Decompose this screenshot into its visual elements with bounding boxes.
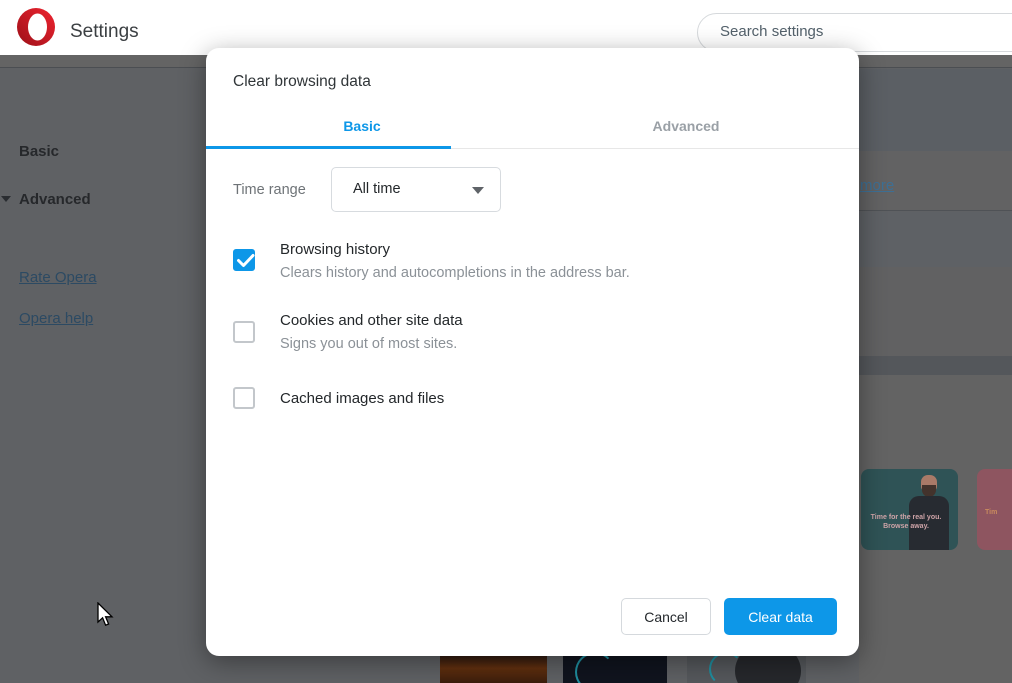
option-label: Cookies and other site data <box>280 312 463 329</box>
promo-caption: Time for the real you. Browse away. <box>867 513 945 531</box>
mouse-cursor <box>96 602 116 628</box>
sidebar-item-basic[interactable]: Basic <box>19 143 59 160</box>
dimmed-card <box>859 267 1012 356</box>
sidebar-item-advanced[interactable]: Advanced <box>19 191 91 208</box>
active-tab-indicator <box>206 146 451 149</box>
search-input[interactable]: Search settings <box>697 13 1012 52</box>
search-placeholder: Search settings <box>720 23 823 40</box>
app-header: Settings Search settings <box>0 0 1012 55</box>
promo-thumbnail-teal[interactable]: Time for the real you. Browse away. <box>861 469 958 550</box>
option-description: Clears history and autocompletions in th… <box>280 265 630 281</box>
time-range-value: All time <box>353 181 401 197</box>
circle-graphic <box>575 652 615 683</box>
option-description: Signs you out of most sites. <box>280 336 457 352</box>
more-link[interactable]: more <box>860 177 894 194</box>
cancel-button[interactable]: Cancel <box>621 598 711 635</box>
opera-help-link[interactable]: Opera help <box>19 310 93 327</box>
dimmed-card <box>859 212 1012 267</box>
clear-browsing-data-dialog: Clear browsing data Basic Advanced Time … <box>206 48 859 656</box>
option-label: Browsing history <box>280 241 390 258</box>
checkbox-2[interactable] <box>233 387 255 409</box>
dropdown-caret-icon <box>472 187 484 194</box>
page-title: Settings <box>70 21 139 43</box>
opera-logo-icon[interactable] <box>17 8 55 46</box>
tab-advanced[interactable]: Advanced <box>636 118 736 134</box>
rate-opera-link[interactable]: Rate Opera <box>19 269 97 286</box>
dimmed-card <box>859 356 1012 375</box>
opera-settings-window: Basic Advanced Rate Opera Opera help mor… <box>0 0 1012 683</box>
checkbox-0[interactable] <box>233 249 255 271</box>
dimmed-card <box>859 69 1012 151</box>
checkmark-icon <box>236 253 256 269</box>
chevron-down-icon <box>1 196 11 202</box>
promo-caption: Tim <box>985 509 997 516</box>
tab-basic[interactable]: Basic <box>312 118 412 134</box>
time-range-select[interactable]: All time <box>331 167 501 212</box>
checkbox-1[interactable] <box>233 321 255 343</box>
dialog-title: Clear browsing data <box>233 73 371 91</box>
option-label: Cached images and files <box>280 390 444 407</box>
time-range-label: Time range <box>233 182 306 198</box>
promo-thumbnail-pink[interactable]: Tim <box>977 469 1012 550</box>
clear-data-button[interactable]: Clear data <box>724 598 837 635</box>
